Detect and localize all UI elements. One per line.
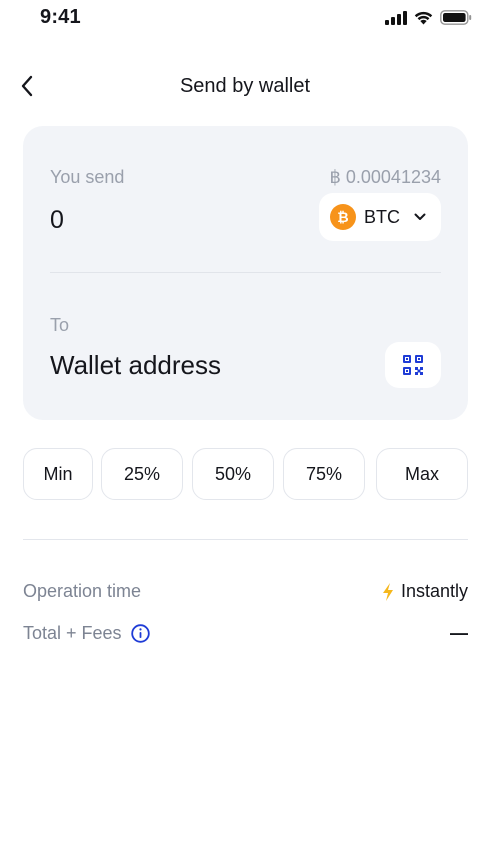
- send-card: You send ฿ 0.00041234 ₿ BTC To: [23, 126, 468, 420]
- 25-percent-button[interactable]: 25%: [101, 448, 183, 500]
- you-send-label: You send: [50, 167, 125, 187]
- min-button[interactable]: Min: [23, 448, 93, 500]
- max-button[interactable]: Max: [376, 448, 468, 500]
- qr-scan-button[interactable]: [385, 342, 441, 388]
- card-divider: [50, 272, 441, 273]
- info-icon[interactable]: [130, 624, 150, 643]
- total-fees-row: Total + Fees —: [23, 621, 468, 647]
- wifi-icon: [414, 11, 433, 25]
- section-divider: [23, 539, 468, 540]
- to-label: To: [50, 315, 70, 335]
- 50-percent-button[interactable]: 50%: [192, 448, 274, 500]
- nav-header: Send by wallet: [0, 62, 490, 110]
- balance-value: ฿ 0.00041234: [329, 167, 441, 187]
- percent-buttons: Min 25% 50% 75% Max: [23, 448, 468, 500]
- chevron-down-icon: [414, 213, 426, 221]
- operation-time-label: Operation time: [23, 581, 142, 601]
- status-icons: [385, 10, 472, 25]
- coin-name: BTC: [364, 206, 400, 227]
- qr-code-icon: [403, 355, 423, 375]
- lightning-icon: [382, 582, 393, 601]
- bitcoin-icon: ₿: [330, 204, 356, 230]
- coin-selector[interactable]: ₿ BTC: [319, 193, 441, 241]
- amount-input[interactable]: [50, 204, 250, 236]
- total-fees-value: —: [450, 623, 468, 643]
- operation-time-text: Instantly: [400, 581, 468, 601]
- operation-time-value: Instantly: [381, 581, 468, 602]
- total-fees-label: Total + Fees: [23, 623, 122, 643]
- cellular-signal-icon: [385, 10, 407, 25]
- total-fees-label-group: Total + Fees: [23, 623, 150, 644]
- operation-time-row: Operation time Instantly: [23, 579, 468, 605]
- status-time: 9:41: [40, 6, 81, 28]
- wallet-address-input[interactable]: [50, 348, 370, 382]
- 75-percent-button[interactable]: 75%: [283, 448, 365, 500]
- battery-icon: [440, 10, 472, 25]
- status-bar: 9:41: [0, 0, 490, 36]
- page-title: Send by wallet: [179, 75, 311, 97]
